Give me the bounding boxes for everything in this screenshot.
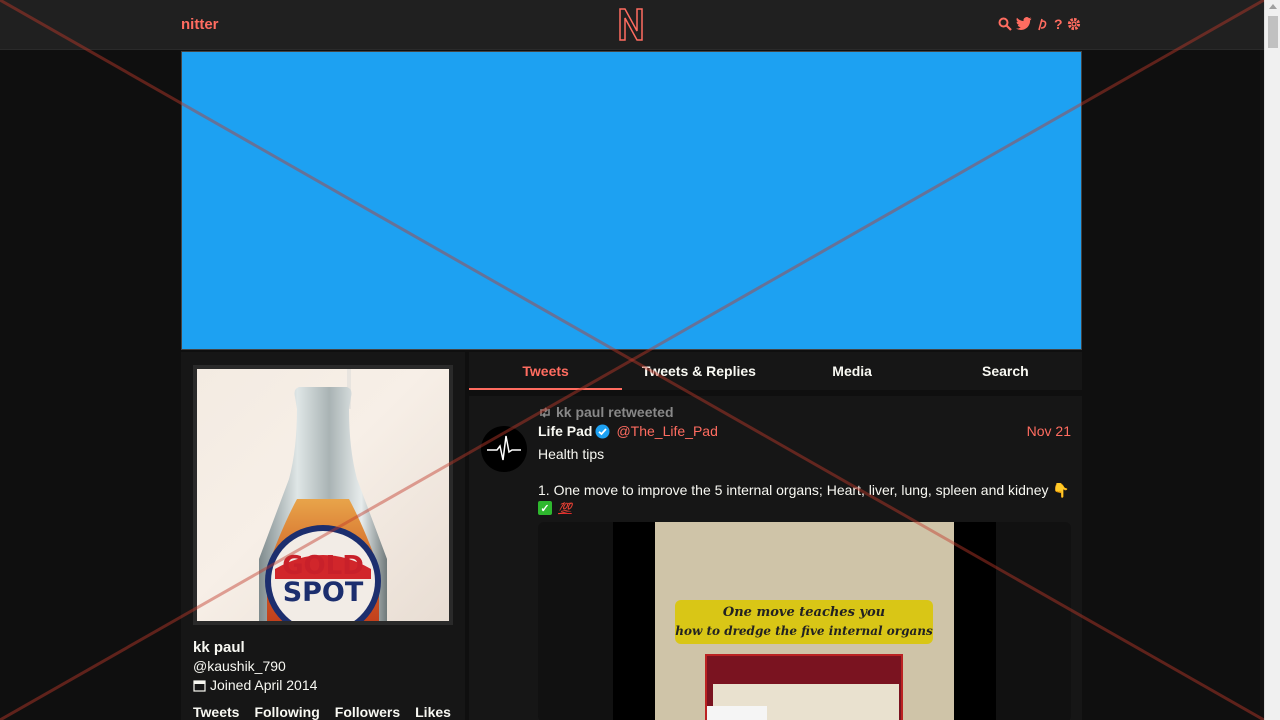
scrollbar[interactable] [1264,0,1280,720]
check-mark-icon: ✓ [538,501,552,515]
tweet-item[interactable]: kk paul retweeted Life Pad @The_Life_Pad… [469,396,1082,720]
media-illustration [705,654,903,720]
stat-likes[interactable]: Likes [415,704,451,720]
verified-badge-icon [595,424,610,439]
avatar-image: GOLD SPOT [197,369,449,621]
tweet-date[interactable]: Nov 21 [1027,423,1071,439]
tweet-header: Life Pad @The_Life_Pad Nov 21 [538,423,1071,439]
tab-search[interactable]: Search [929,352,1082,390]
avatar-text-spot: SPOT [283,577,364,608]
profile-card: GOLD SPOT kk paul @kaushik_790 Joined Ap… [181,352,465,720]
tab-media[interactable]: Media [776,352,929,390]
tab-tweets-replies[interactable]: Tweets & Replies [622,352,775,390]
tweet-text-line2: 1. One move to improve the 5 internal or… [538,482,1070,498]
media-illustration-tab [707,706,767,720]
stat-following[interactable]: Following [254,704,319,720]
search-icon[interactable] [998,17,1012,31]
retweet-text: kk paul retweeted [556,404,674,420]
rss-icon[interactable] [1036,17,1050,31]
scroll-up-arrow-icon[interactable] [1269,4,1277,9]
profile-stats: Tweets Following Followers Likes [193,704,451,720]
media-caption-line2: how to dredge the five internal organs [675,624,933,638]
gear-icon[interactable] [1067,17,1081,31]
joined-text: Joined April 2014 [210,677,318,693]
tweet-username[interactable]: @The_Life_Pad [616,423,717,439]
stat-followers[interactable]: Followers [335,704,400,720]
brand-link[interactable]: nitter [181,16,219,33]
retweet-icon [540,406,550,418]
timeline-tabs: Tweets Tweets & Replies Media Search [469,352,1082,390]
profile-avatar[interactable]: GOLD SPOT [193,365,453,625]
top-navbar: nitter ? [0,0,1264,50]
media-caption-box: One move teaches you how to dredge the f… [675,600,933,644]
tab-tweets[interactable]: Tweets [469,352,623,390]
timeline: Tweets Tweets & Replies Media Search kk … [469,352,1082,720]
hundred-points-icon: 💯 [558,502,572,515]
gold-spot-bottle-icon: GOLD SPOT [259,369,387,621]
heartbeat-icon [487,435,521,461]
retweet-header: kk paul retweeted [538,404,674,420]
tweet-fullname[interactable]: Life Pad [538,423,592,439]
media-caption-line1: One move teaches you [722,605,886,620]
calendar-icon [193,679,206,692]
nitter-logo-icon[interactable] [616,6,646,42]
help-icon[interactable]: ? [1054,16,1063,32]
tweet-content: Health tips 1. One move to improve the 5… [538,445,1071,499]
nav-icons: ? [998,16,1081,32]
profile-banner[interactable] [181,51,1082,350]
tweet-text-line1: Health tips [538,446,605,462]
scroll-thumb[interactable] [1268,16,1278,48]
tweet-emojis: ✓ 💯 [538,501,572,515]
media-image: One move teaches you how to dredge the f… [655,522,954,720]
joined-date: Joined April 2014 [193,677,317,693]
twitter-bird-icon[interactable] [1016,17,1032,31]
profile-name[interactable]: kk paul [193,639,245,656]
stat-tweets[interactable]: Tweets [193,704,239,720]
tweet-media[interactable]: One move teaches you how to dredge the f… [538,522,1071,720]
profile-handle[interactable]: @kaushik_790 [193,658,286,674]
tweet-avatar[interactable] [481,426,527,472]
media-frame: One move teaches you how to dredge the f… [613,522,996,720]
